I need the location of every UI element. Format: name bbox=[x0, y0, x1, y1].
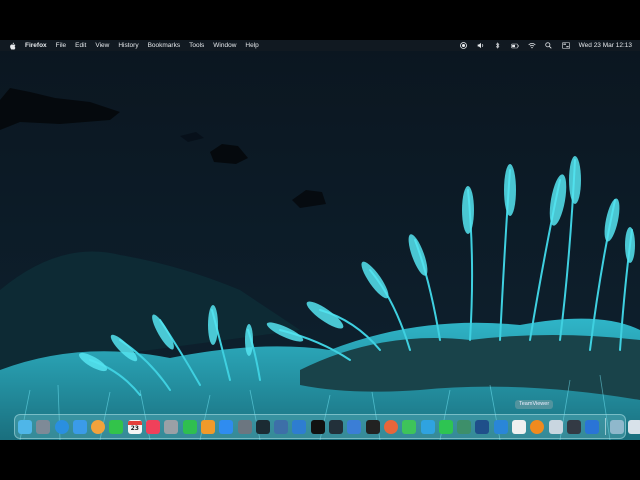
disk-utility-icon[interactable] bbox=[237, 419, 252, 434]
idle-icon[interactable] bbox=[292, 419, 307, 434]
jetbrains-icon[interactable] bbox=[310, 419, 325, 434]
android-studio-icon[interactable] bbox=[457, 419, 472, 434]
facetime-icon[interactable] bbox=[109, 419, 124, 434]
desktop: Firefox File Edit View History Bookmarks… bbox=[0, 40, 640, 440]
screen-record-icon[interactable] bbox=[460, 42, 468, 49]
app-store-icon[interactable] bbox=[219, 419, 234, 434]
textedit-icon[interactable] bbox=[512, 419, 527, 434]
volume-icon[interactable] bbox=[477, 42, 485, 49]
menu-view[interactable]: View bbox=[95, 42, 109, 49]
preview-icon[interactable] bbox=[548, 419, 563, 434]
music-icon[interactable] bbox=[146, 419, 161, 434]
wifi-icon[interactable] bbox=[528, 42, 536, 49]
pycharm-icon[interactable] bbox=[255, 419, 270, 434]
numbers-icon[interactable] bbox=[182, 419, 197, 434]
mail-icon[interactable] bbox=[72, 419, 87, 434]
calendar-icon[interactable]: 23 bbox=[127, 419, 142, 434]
menu-bar-clock[interactable]: Wed 23 Mar 12:13 bbox=[579, 42, 632, 49]
downloads-folder-icon[interactable] bbox=[609, 419, 624, 434]
apple-logo-icon[interactable] bbox=[9, 42, 16, 50]
firefox-icon[interactable] bbox=[383, 419, 398, 434]
vlc-icon[interactable] bbox=[530, 419, 545, 434]
desktop-wallpaper bbox=[0, 40, 640, 440]
menu-bookmarks[interactable]: Bookmarks bbox=[148, 42, 181, 49]
python-icon[interactable] bbox=[274, 419, 289, 434]
dock-tooltip: TeamViewer bbox=[515, 400, 554, 409]
terminal-icon[interactable] bbox=[365, 419, 380, 434]
menu-bar: Firefox File Edit View History Bookmarks… bbox=[0, 40, 640, 51]
menu-tools[interactable]: Tools bbox=[189, 42, 204, 49]
xcode-icon[interactable] bbox=[347, 419, 362, 434]
menu-bar-status-area: Wed 23 Mar 12:13 bbox=[451, 42, 640, 49]
dock: 23 bbox=[14, 414, 640, 439]
documents-stack-icon[interactable] bbox=[627, 419, 640, 434]
launchpad-icon[interactable] bbox=[36, 419, 51, 434]
telegram-icon[interactable] bbox=[420, 419, 435, 434]
menu-edit[interactable]: Edit bbox=[75, 42, 86, 49]
menu-app-name[interactable]: Firefox bbox=[25, 42, 47, 49]
safari-icon[interactable] bbox=[54, 419, 69, 434]
vscode-icon[interactable] bbox=[493, 419, 508, 434]
bluetooth-icon[interactable] bbox=[494, 42, 502, 49]
finder-icon[interactable] bbox=[18, 419, 32, 434]
calendar-day-label: 23 bbox=[130, 425, 139, 432]
menu-help[interactable]: Help bbox=[245, 42, 258, 49]
search-icon[interactable] bbox=[545, 42, 553, 49]
virtualbox-icon[interactable] bbox=[475, 419, 490, 434]
control-center-icon[interactable] bbox=[561, 42, 570, 49]
calculator-icon[interactable] bbox=[164, 419, 179, 434]
messages-icon[interactable] bbox=[402, 419, 417, 434]
battery-icon[interactable] bbox=[510, 42, 519, 49]
keynote-icon[interactable] bbox=[566, 419, 581, 434]
teamviewer-icon[interactable] bbox=[585, 419, 600, 434]
menu-file[interactable]: File bbox=[56, 42, 66, 49]
pages-icon[interactable] bbox=[200, 419, 215, 434]
menu-history[interactable]: History bbox=[118, 42, 138, 49]
menu-window[interactable]: Window bbox=[213, 42, 236, 49]
dock-separator bbox=[604, 418, 606, 435]
whatsapp-icon[interactable] bbox=[438, 419, 453, 434]
pycharm-ce-icon[interactable] bbox=[329, 419, 344, 434]
photos-icon[interactable] bbox=[91, 419, 106, 434]
